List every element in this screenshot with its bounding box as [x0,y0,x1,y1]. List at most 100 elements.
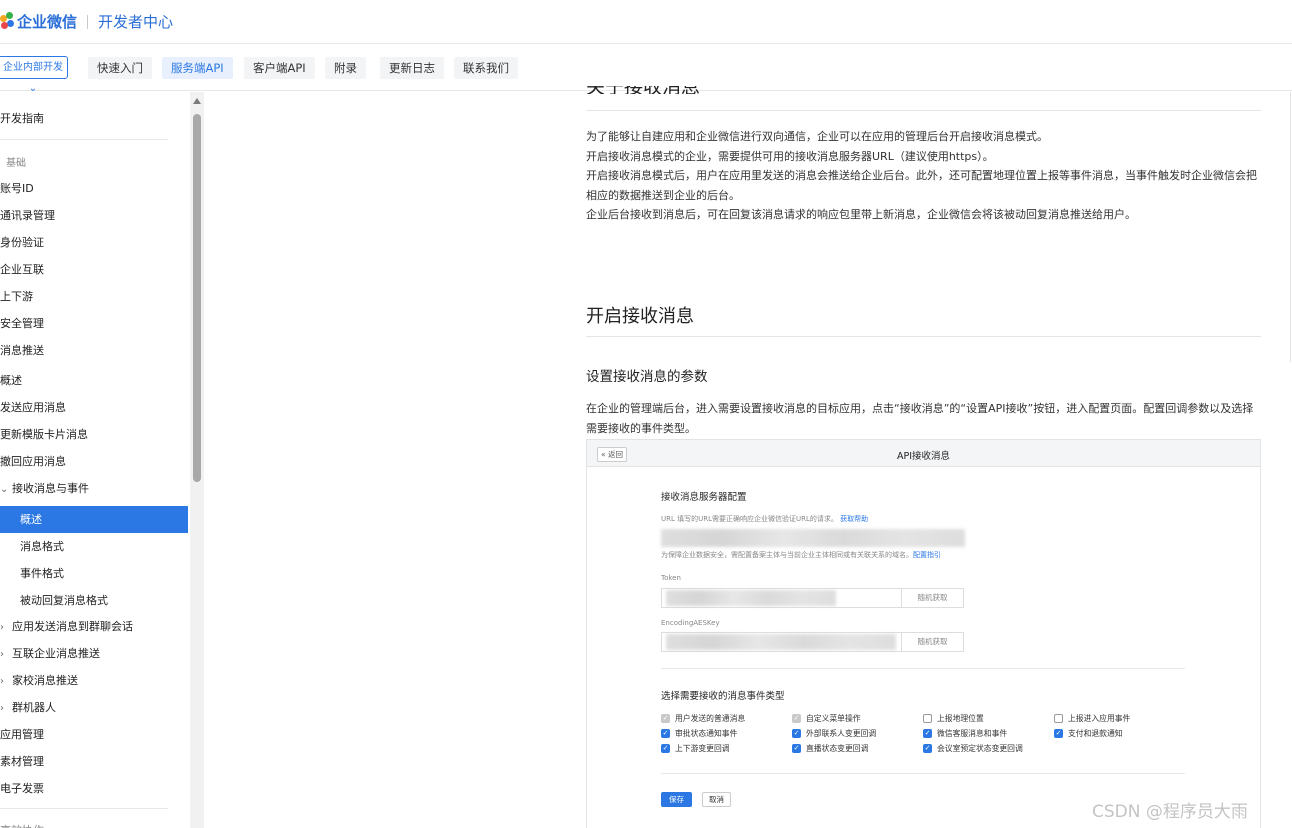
sidebar-item-send-app-msg[interactable]: 发送应用消息 [0,394,188,421]
checkbox-icon [923,714,932,723]
sidebar-divider [0,808,168,809]
top-nav: 企业内部开发 ⌄ 快速入门 服务端API 客户端API 附录 更新日志 联系我们 [0,45,1292,94]
help-link: 获取帮助 [840,515,869,523]
sidebar-item-material[interactable]: 素材管理 [0,748,188,775]
sidebar-item-auth[interactable]: 身份验证 [0,229,188,256]
sidebar-item-label: 互联企业消息推送 [12,647,100,660]
tab-contact[interactable]: 联系我们 [454,57,518,79]
csdn-watermark: CSDN @程序员大雨 [1092,802,1248,822]
checkbox-icon: ✓ [792,744,801,753]
sidebar-item-label: 家校消息推送 [12,674,78,687]
sidebar-item-app-manage[interactable]: 应用管理 [0,721,188,748]
event-label: 上下游变更回调 [675,744,730,753]
event-label: 用户发送的普通消息 [675,714,746,723]
doc-sidebar: 开发指南 基础 账号ID 通讯录管理 身份验证 企业互联 上下游 安全管理 消息… [0,92,190,828]
sidebar-subitem-passive-reply[interactable]: 被动回复消息格式 [0,587,188,614]
sidebar-item-collab[interactable]: 高效协作 [0,817,188,828]
token-field: 随机获取 [661,588,964,608]
event-checkbox: 上报地理位置 [923,713,984,724]
chevron-right-icon: › [0,676,4,687]
event-checkbox: ✓ 上下游变更回调 [661,743,730,754]
sidebar-item-group-chat[interactable]: › 应用发送消息到群聊会话 [0,613,188,640]
sidebar-item-message-push[interactable]: 消息推送 [0,337,188,364]
intro-paragraph: 为了能够让自建应用和企业微信进行双向通信，企业可以在应用的管理后台开启接收消息模… [586,127,1264,225]
sidebar-item-label: 应用发送消息到群聊会话 [12,620,133,633]
sidebar-item-account-id[interactable]: 账号ID [0,175,188,202]
intro-line: 企业后台接收到消息后，可在回复该消息请求的响应包里带上新消息，企业微信会将该被动… [586,208,1136,221]
event-label: 上报地理位置 [937,714,984,723]
security-hint: 为保障企业数据安全，需配置备案主体与当前企业主体相同或有关联关系的域名。配置指引 [661,550,941,560]
checkbox-icon: ✓ [923,744,932,753]
brand-name: 企业微信 [17,13,78,31]
sidebar-item-recall-msg[interactable]: 撤回应用消息 [0,448,188,475]
params-description: 在企业的管理端后台，进入需要设置接收消息的目标应用，点击“接收消息”的“设置AP… [586,402,1254,435]
sidebar-group-basic: 基础 [6,158,26,169]
tab-quickstart[interactable]: 快速入门 [88,57,152,79]
event-label: 自定义菜单操作 [806,714,861,723]
event-label: 外部联系人变更回调 [806,729,877,738]
sidebar-subitem-overview[interactable]: 概述 [0,506,188,533]
event-checkbox: ✓ 审批状态通知事件 [661,728,737,739]
checkbox-icon: ✓ [1054,729,1063,738]
scroll-up-arrow-icon[interactable] [193,98,201,104]
mock-divider [661,773,1185,774]
token-value-blurred [666,590,836,606]
intro-line: 为了能够让自建应用和企业微信进行双向通信，企业可以在应用的管理后台开启接收消息模… [586,130,1048,143]
intro-line: 开启接收消息模式后，用户在应用里发送的消息会推送给企业后台。此外，还可配置地理位… [586,169,1257,202]
chevron-right-icon: › [0,703,4,714]
event-checkbox: ✓ 支付和退款通知 [1054,728,1123,739]
event-label: 支付和退款通知 [1068,729,1123,738]
events-heading: 选择需要接收的消息事件类型 [661,691,785,702]
event-checkbox: ✓ 会议室预定状态变更回调 [923,743,1023,754]
sidebar-item-corp-msg[interactable]: › 互联企业消息推送 [0,640,188,667]
intro-line: 开启接收消息模式的企业，需要提供可用的接收消息服务器URL（建议使用https）… [586,149,994,163]
section-heading-enable: 开启接收消息 [586,306,694,327]
config-guide-link: 配置指引 [913,551,941,559]
event-checkbox: ✓ 自定义菜单操作 [792,713,861,724]
sidebar-item-update-card[interactable]: 更新模版卡片消息 [0,421,188,448]
sidebar-item-security[interactable]: 安全管理 [0,310,188,337]
sidebar-item-overview[interactable]: 概述 [0,367,188,394]
api-receive-screenshot: « 返回 API接收消息 接收消息服务器配置 URL 填写的URL需要正确响应企… [586,439,1261,828]
scrollbar-thumb[interactable] [193,114,201,482]
sidebar-subitem-event-format[interactable]: 事件格式 [0,560,188,587]
chevron-right-icon: › [0,649,4,660]
tab-appendix[interactable]: 附录 [325,57,366,79]
url-hint-text: URL 填写的URL需要正确响应企业微信验证URL的请求。 [661,515,838,523]
aes-random-button: 随机获取 [901,633,963,651]
tab-server-api[interactable]: 服务端API [162,57,233,79]
mock-titlebar: « 返回 API接收消息 [587,440,1260,467]
dev-type-label: 企业内部开发 [3,62,63,73]
event-label: 会议室预定状态变更回调 [937,744,1023,753]
sidebar-item-contacts[interactable]: 通讯录管理 [0,202,188,229]
checkbox-icon: ✓ [661,744,670,753]
event-label: 微信客服消息和事件 [937,729,1008,738]
sidebar-item-receive-msg[interactable]: ⌄ 接收消息与事件 [0,475,188,502]
sidebar-item-group-bot[interactable]: › 群机器人 [0,694,188,721]
sidebar-scrollbar[interactable] [190,92,204,828]
checkbox-icon: ✓ [792,729,801,738]
sidebar-divider [0,139,168,140]
url-hint: URL 填写的URL需要正确响应企业微信验证URL的请求。 获取帮助 [661,514,868,524]
event-label: 审批状态通知事件 [675,729,738,738]
tab-client-api[interactable]: 客户端API [244,57,315,79]
dev-type-dropdown[interactable]: 企业内部开发 ⌄ [0,56,68,94]
cancel-button: 取消 [702,792,731,807]
dev-center-title: 开发者中心 [98,13,174,31]
brand-separator [87,14,89,29]
chevron-right-icon: › [0,622,4,633]
subheading-params: 设置接收消息的参数 [586,369,708,385]
sidebar-item-interconnect[interactable]: 企业互联 [0,256,188,283]
event-checkbox: ✓ 外部联系人变更回调 [792,728,876,739]
url-field-blurred [661,529,965,547]
sidebar-item-invoice[interactable]: 电子发票 [0,775,188,802]
sidebar-item-school-msg[interactable]: › 家校消息推送 [0,667,188,694]
event-checkbox: ✓ 直播状态变更回调 [792,743,868,754]
sidebar-item-dev-guide[interactable]: 开发指南 [0,105,188,132]
wecom-logo[interactable]: 企业微信 开发者中心 [0,11,173,32]
tab-changelog[interactable]: 更新日志 [380,57,444,79]
sidebar-item-upstream[interactable]: 上下游 [0,283,188,310]
token-random-button: 随机获取 [901,589,963,607]
checkbox-icon: ✓ [923,729,932,738]
sidebar-subitem-msg-format[interactable]: 消息格式 [0,533,188,560]
